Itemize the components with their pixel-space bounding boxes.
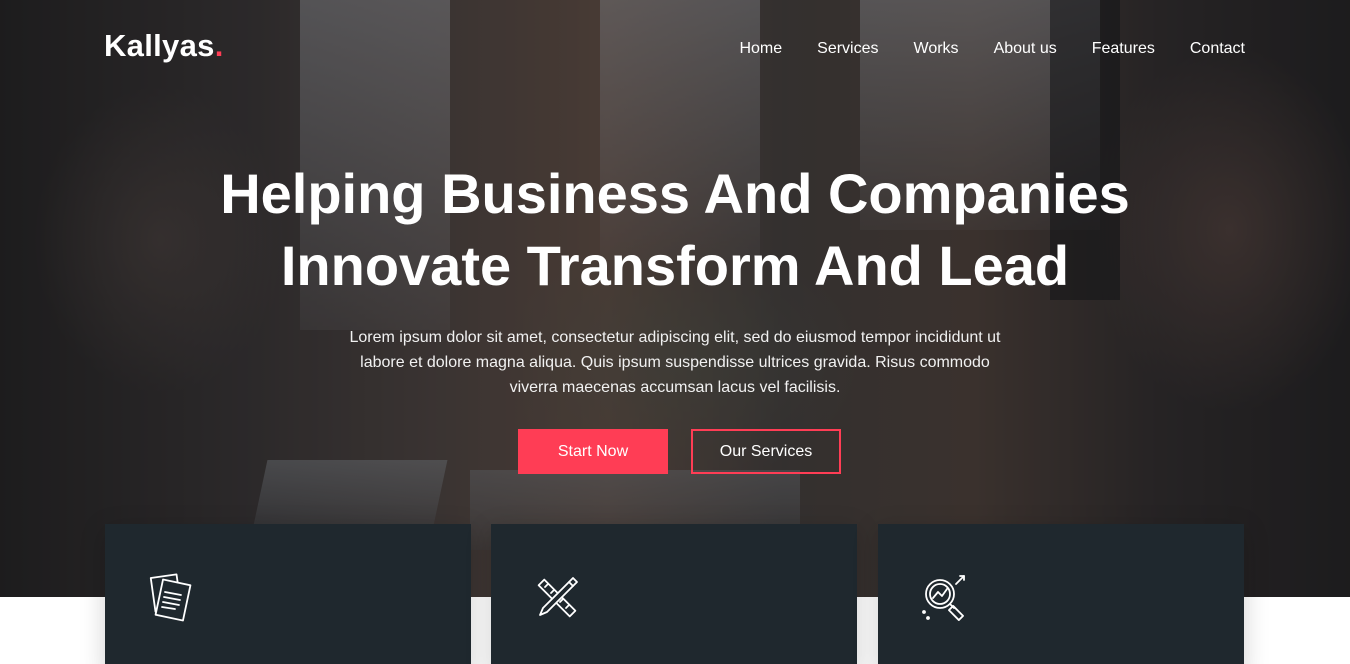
nav-item-contact[interactable]: Contact: [1190, 40, 1245, 58]
nav-item-features[interactable]: Features: [1092, 40, 1155, 58]
headline-line-2: Innovate Transform And Lead: [280, 234, 1070, 297]
pencil-ruler-icon: [537, 577, 578, 618]
main-nav: Home Services Works About us Features Co…: [739, 40, 1245, 58]
hero-headline: Helping Business And Companies Innovate …: [0, 158, 1350, 302]
hero-subtext: Lorem ipsum dolor sit amet, consectetur …: [335, 325, 1015, 400]
nav-item-home[interactable]: Home: [739, 40, 782, 58]
service-card[interactable]: [105, 524, 471, 664]
service-card[interactable]: [878, 524, 1244, 664]
subtext-line-3: viverra maecenas accumsan lacus vel faci…: [509, 379, 841, 396]
our-services-button[interactable]: Our Services: [691, 429, 841, 474]
brand-name: Kallyas: [104, 28, 215, 63]
hero-section: Kallyas. Home Services Works About us Fe…: [0, 0, 1350, 597]
document-icon: [149, 573, 192, 622]
start-now-button[interactable]: Start Now: [518, 429, 668, 474]
nav-item-works[interactable]: Works: [914, 40, 959, 58]
nav-item-about[interactable]: About us: [994, 40, 1057, 58]
service-card[interactable]: [491, 524, 857, 664]
headline-line-1: Helping Business And Companies: [220, 162, 1130, 225]
subtext-line-2: labore et dolore magna aliqua. Quis ipsu…: [360, 354, 990, 371]
brand-dot: .: [214, 28, 224, 63]
magnifier-chart-icon: [922, 575, 965, 621]
brand-logo[interactable]: Kallyas.: [104, 28, 224, 64]
nav-item-services[interactable]: Services: [817, 40, 878, 58]
subtext-line-1: Lorem ipsum dolor sit amet, consectetur …: [349, 329, 1001, 346]
